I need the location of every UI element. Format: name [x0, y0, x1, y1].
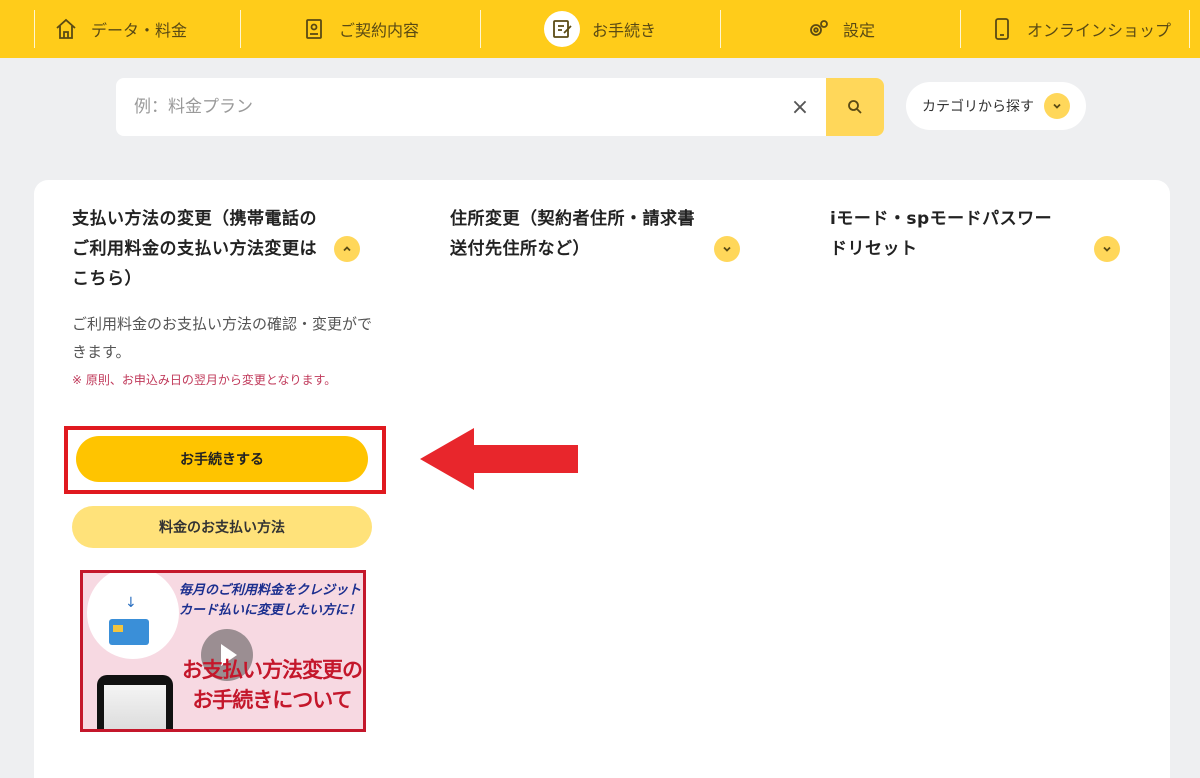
search-bar: × — [116, 78, 884, 136]
category-search-button[interactable]: カテゴリから探す — [906, 82, 1086, 130]
nav-item-contract[interactable]: ご契約内容 — [240, 0, 480, 58]
nav-item-procedure[interactable]: お手続き — [480, 0, 720, 58]
red-arrow-icon — [420, 428, 578, 490]
search-input[interactable] — [116, 78, 774, 136]
nav-label: ご契約内容 — [338, 21, 419, 40]
home-icon — [53, 16, 79, 42]
chevron-down-icon — [1044, 93, 1070, 119]
smartphone-illustration — [97, 675, 173, 729]
chevron-down-icon[interactable] — [1094, 236, 1120, 262]
video-title: お支払い方法変更のお手続きについて — [182, 658, 363, 712]
nav-label: お手続き — [591, 21, 656, 40]
search-icon — [848, 100, 862, 114]
chevron-up-icon[interactable] — [334, 236, 360, 262]
accordion-title-payment-method[interactable]: 支払い方法の変更（携帯電話のご利用料金の支払い方法変更はこちら） — [72, 204, 330, 294]
procedure-icon — [543, 11, 580, 47]
payment-description: ご利用料金のお支払い方法の確認・変更ができます。 — [72, 315, 373, 361]
video-caption: 毎月のご利用料金をクレジットカード払いに変更したい方に！ — [179, 583, 362, 618]
accordion-title-password-reset[interactable]: iモード・spモードパスワードリセット — [830, 204, 1068, 264]
nav-item-data-fee[interactable]: データ・料金 — [0, 0, 240, 58]
search-button[interactable] — [826, 78, 884, 136]
start-procedure-button[interactable]: お手続きする — [76, 436, 368, 482]
credit-card-icon — [109, 619, 149, 645]
nav-label: 設定 — [842, 21, 875, 40]
arrow-down-icon: ↓ — [125, 595, 137, 611]
settings-icon — [805, 16, 831, 42]
accordion-title-address-change[interactable]: 住所変更（契約者住所・請求書送付先住所など） — [450, 204, 708, 264]
illustration-circle — [87, 573, 179, 659]
contract-icon — [301, 16, 327, 42]
smartphone-icon — [989, 16, 1015, 42]
chevron-down-icon[interactable] — [714, 236, 740, 262]
top-navigation: データ・料金 ご契約内容 お手続き 設定 オンラインショップ — [0, 0, 1200, 58]
video-thumbnail[interactable]: ↓ 毎月のご利用料金をクレジットカード払いに変更したい方に！ お支払い方法変更の… — [80, 570, 366, 732]
nav-item-settings[interactable]: 設定 — [720, 0, 960, 58]
category-label: カテゴリから探す — [922, 99, 1034, 115]
payment-note: ※ 原則、お申込み日の翌月から変更となります。 — [72, 373, 337, 387]
payment-methods-button[interactable]: 料金のお支払い方法 — [72, 506, 372, 548]
nav-item-online-shop[interactable]: オンラインショップ — [960, 0, 1200, 58]
nav-label: オンラインショップ — [1026, 21, 1171, 40]
clear-button[interactable]: × — [774, 78, 826, 136]
nav-label: データ・料金 — [90, 21, 187, 40]
